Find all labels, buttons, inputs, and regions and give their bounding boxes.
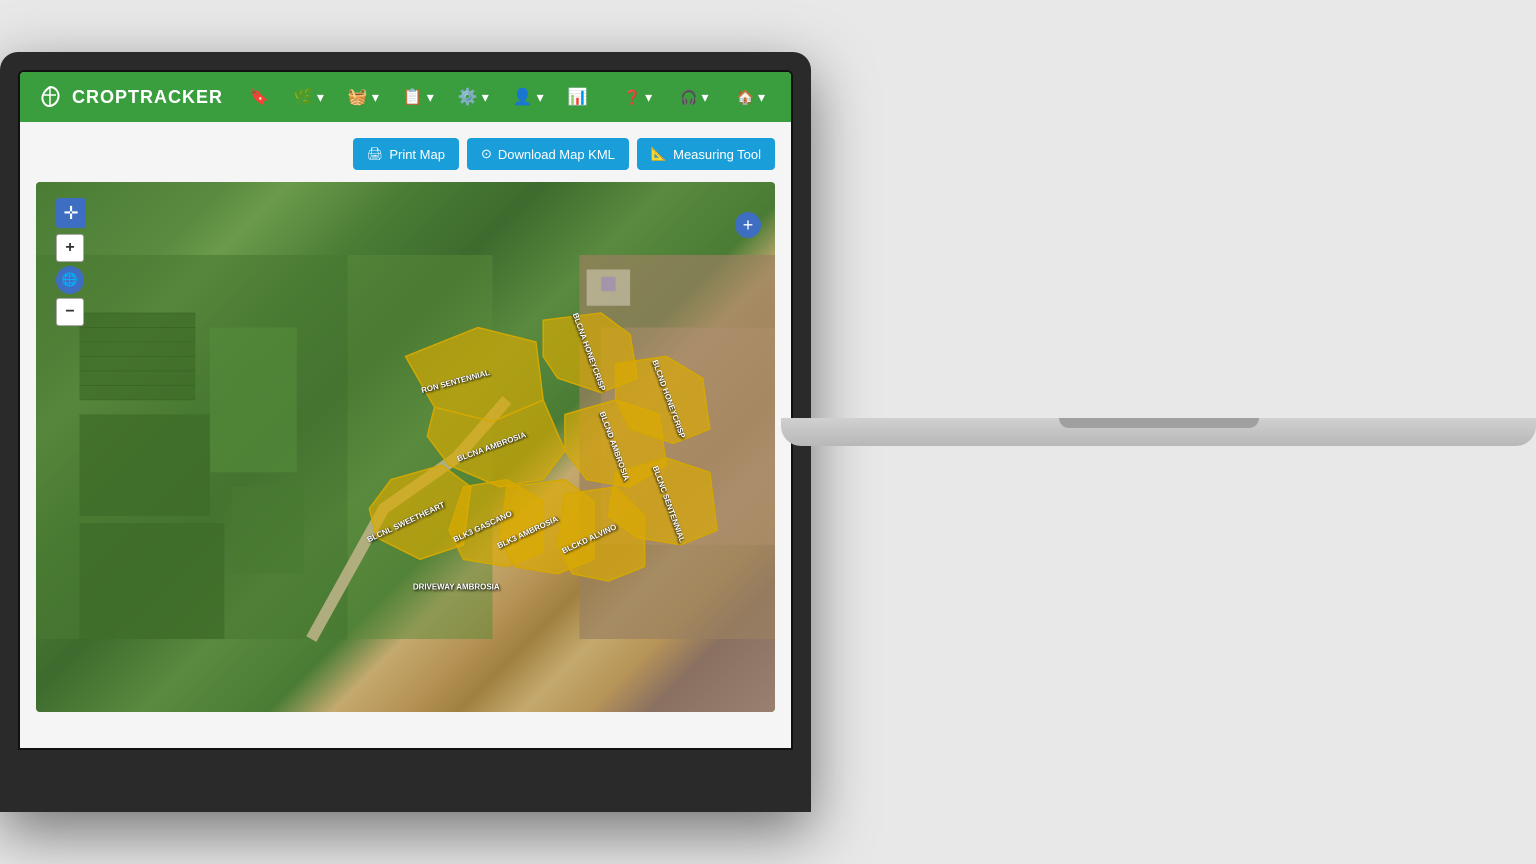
- brand-name: CROPTRACKER: [72, 87, 223, 108]
- zoom-out-icon: −: [65, 303, 74, 321]
- print-map-label: Print Map: [389, 147, 445, 162]
- nav-leaf[interactable]: 🌿 ▾: [283, 81, 334, 113]
- nav-basket[interactable]: 🧺 ▾: [338, 81, 389, 113]
- download-map-button[interactable]: ⊙ Download Map KML: [467, 138, 629, 170]
- help-icon: ❓: [624, 89, 641, 106]
- navbar-right: ❓▾ 🎧▾ 🏠▾: [614, 83, 775, 112]
- person-icon: 👤: [513, 87, 533, 107]
- print-icon: 🖨: [367, 146, 384, 162]
- nav-bookmark[interactable]: 🔖: [239, 81, 279, 113]
- map-toolbar: 🖨 Print Map ⊙ Download Map KML 📐 Measuri…: [36, 138, 775, 170]
- home-icon: 🏠: [737, 89, 754, 106]
- nav-basket-dropdown: ▾: [372, 89, 379, 106]
- download-icon: ⊙: [481, 146, 492, 162]
- grid-icon: 📋: [403, 87, 423, 107]
- print-map-button[interactable]: 🖨 Print Map: [353, 138, 459, 170]
- settings-icon: ⚙️: [458, 87, 478, 107]
- nav-chart[interactable]: 📊: [558, 81, 598, 113]
- measuring-tool-button[interactable]: 📐 Measuring Tool: [637, 138, 775, 170]
- map-add-button[interactable]: +: [735, 212, 761, 238]
- nav-grid[interactable]: 📋 ▾: [393, 81, 444, 113]
- leaf-icon: 🌿: [293, 87, 313, 107]
- measuring-tool-label: Measuring Tool: [673, 147, 761, 162]
- nav-settings-dropdown: ▾: [482, 89, 489, 106]
- nav-person[interactable]: 👤 ▾: [503, 81, 554, 113]
- nav-cross-icon: ✛: [63, 203, 78, 224]
- brand: CROPTRACKER: [36, 83, 223, 111]
- content-area: 🖨 Print Map ⊙ Download Map KML 📐 Measuri…: [20, 122, 791, 748]
- headset-icon: 🎧: [680, 89, 697, 106]
- map-nav-control[interactable]: ✛: [56, 198, 86, 228]
- nav-grid-dropdown: ▾: [427, 89, 434, 106]
- measure-icon: 📐: [651, 146, 667, 162]
- navbar: CROPTRACKER 🔖 🌿 ▾ 🧺 ▾ 📋 ▾: [20, 72, 791, 122]
- nav-headset[interactable]: 🎧▾: [670, 83, 718, 112]
- laptop-base: [781, 418, 1536, 446]
- zoom-in-icon: +: [65, 239, 74, 257]
- map-globe[interactable]: 🌐: [56, 266, 84, 294]
- nav-home[interactable]: 🏠▾: [727, 83, 775, 112]
- globe-icon: 🌐: [62, 272, 78, 288]
- download-map-label: Download Map KML: [498, 147, 615, 162]
- nav-leaf-dropdown: ▾: [317, 89, 324, 106]
- map-zoom-in[interactable]: +: [56, 234, 84, 262]
- laptop-screen: CROPTRACKER 🔖 🌿 ▾ 🧺 ▾ 📋 ▾: [18, 70, 793, 750]
- map-svg: RON SENTENNIAL BLCNA HONEYCRISP BLCNA AM…: [36, 182, 775, 712]
- nav-help[interactable]: ❓▾: [614, 83, 662, 112]
- chart-icon: 📊: [568, 87, 588, 107]
- map-zoom-out[interactable]: −: [56, 298, 84, 326]
- bookmark-icon: 🔖: [249, 87, 269, 107]
- svg-text:DRIVEWAY AMBROSIA: DRIVEWAY AMBROSIA: [413, 583, 500, 592]
- map-container[interactable]: RON SENTENNIAL BLCNA HONEYCRISP BLCNA AM…: [36, 182, 775, 712]
- add-icon: +: [743, 215, 754, 236]
- nav-items: 🔖 🌿 ▾ 🧺 ▾ 📋 ▾ ⚙️ ▾: [239, 81, 598, 113]
- laptop-frame: CROPTRACKER 🔖 🌿 ▾ 🧺 ▾ 📋 ▾: [0, 52, 811, 812]
- nav-person-dropdown: ▾: [537, 89, 544, 106]
- nav-settings[interactable]: ⚙️ ▾: [448, 81, 499, 113]
- basket-icon: 🧺: [348, 87, 368, 107]
- map-controls: ✛ + 🌐 −: [56, 198, 86, 326]
